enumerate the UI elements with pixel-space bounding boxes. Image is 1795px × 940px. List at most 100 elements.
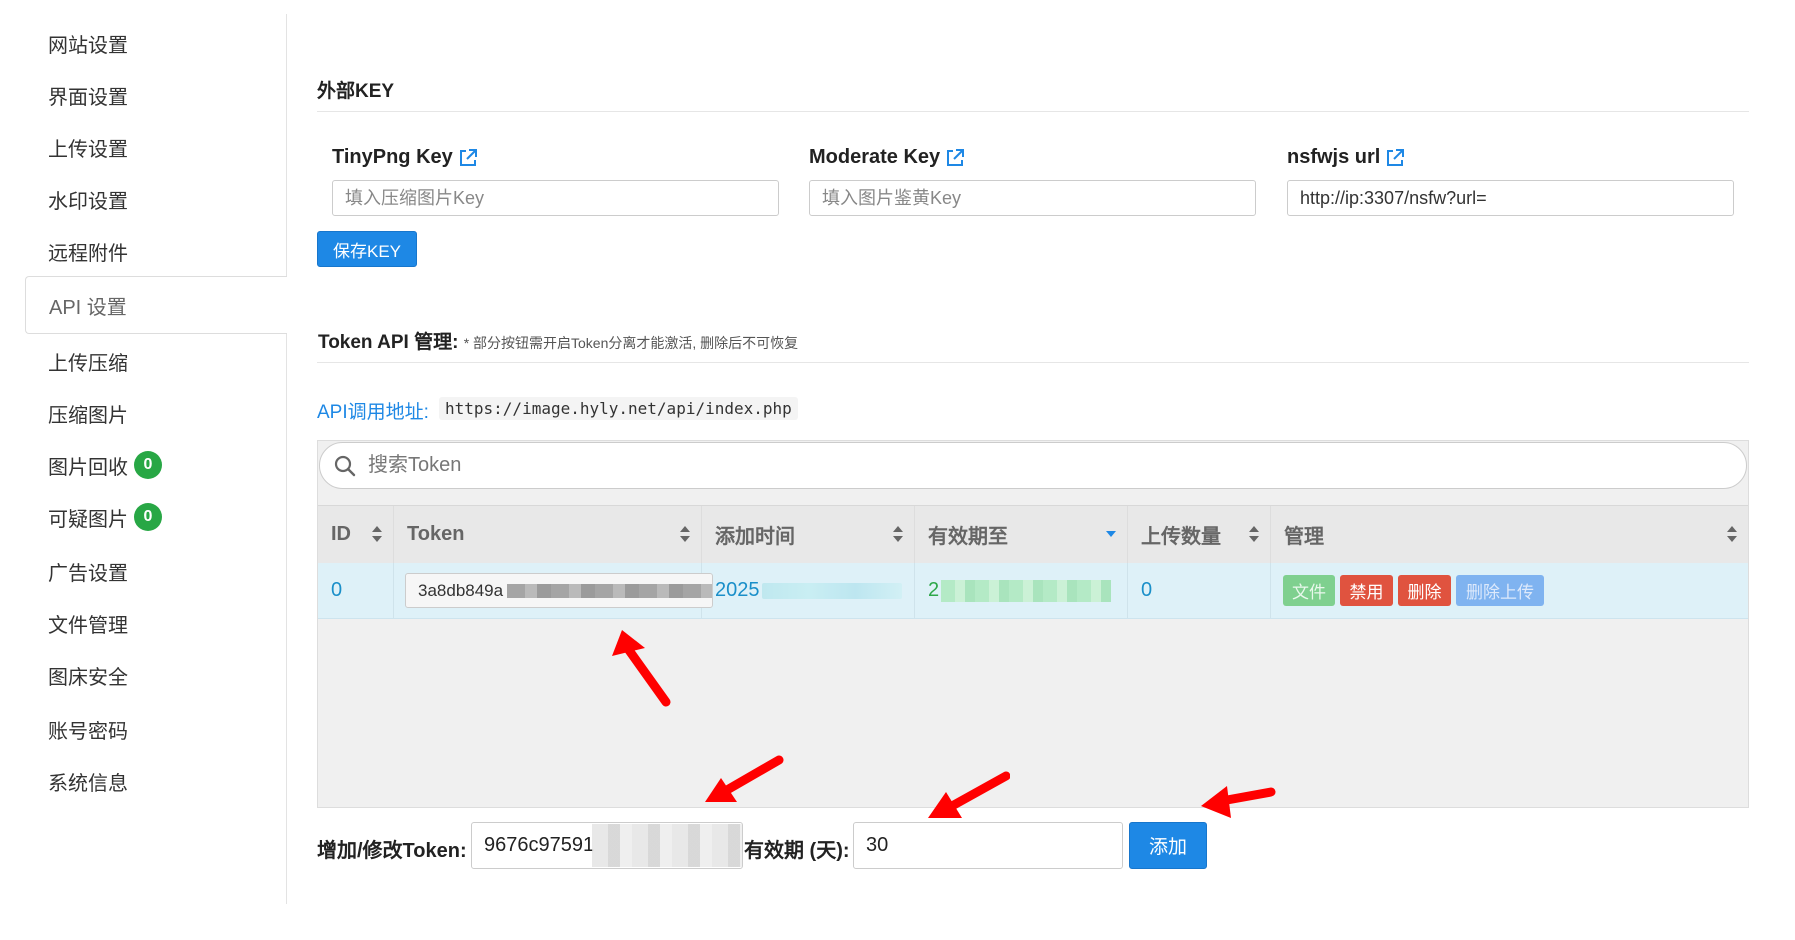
sidebar-item-api-settings[interactable]: API 设置 [25, 276, 287, 334]
column-header-token[interactable]: Token [394, 506, 702, 563]
tinypng-key-label: TinyPng Key [332, 146, 478, 169]
sidebar-item-security[interactable]: 图床安全 [25, 646, 285, 704]
sidebar-item-upload-settings[interactable]: 上传设置 [25, 118, 285, 176]
cell-id: 0 [318, 563, 394, 618]
section-title-external-key: 外部KEY [317, 81, 395, 102]
delete-uploads-button[interactable]: 删除上传 [1456, 575, 1544, 606]
section-title-token-api: Token API 管理: * 部分按钮需开启Token分离才能激活, 删除后不… [318, 327, 798, 354]
sidebar-item-label: 图片回收 [48, 456, 128, 479]
column-header-label: 管理 [1284, 526, 1324, 548]
expire-days-label: 有效期 (天): [744, 840, 850, 862]
redacted-blur [592, 824, 742, 867]
sidebar-item-label: 上传压缩 [48, 352, 128, 375]
sidebar-item-label: 文件管理 [48, 614, 128, 637]
redacted-blur [941, 579, 1112, 602]
annotation-arrow-icon [612, 630, 671, 707]
file-button[interactable]: 文件 [1283, 575, 1335, 606]
sidebar-item-label: 账号密码 [48, 720, 128, 743]
sidebar-item-label: 广告设置 [48, 562, 128, 585]
sidebar-item-remote-attachment[interactable]: 远程附件 [25, 222, 285, 280]
sidebar-item-ad-settings[interactable]: 广告设置 [25, 542, 285, 600]
moderate-key-input[interactable] [809, 180, 1256, 216]
api-url-label: API调用地址: [317, 402, 429, 423]
sidebar-item-watermark-settings[interactable]: 水印设置 [25, 170, 285, 228]
sort-icon[interactable] [1726, 525, 1738, 543]
sort-desc-icon[interactable] [1105, 527, 1117, 545]
token-api-note: * 部分按钮需开启Token分离才能激活, 删除后不可恢复 [463, 335, 799, 351]
moderate-key-label: Moderate Key [809, 146, 965, 169]
sidebar-item-ui-settings[interactable]: 界面设置 [25, 66, 285, 124]
token-value: 3a8db849a [418, 580, 504, 600]
table-row: 0 3a8db849a 2025 2 0 文件 禁用 删除 删除上传 [318, 563, 1748, 619]
sidebar-item-label: 图床安全 [48, 666, 128, 689]
column-header-label: 有效期至 [928, 526, 1008, 548]
nsfwjs-url-label: nsfwjs url [1287, 146, 1405, 169]
redacted-blur [507, 583, 713, 598]
sidebar-item-site-settings[interactable]: 网站设置 [25, 14, 285, 72]
nsfwjs-url-input[interactable] [1287, 180, 1734, 216]
sidebar-item-label: 远程附件 [48, 242, 128, 265]
sort-icon[interactable] [892, 525, 904, 543]
column-header-manage[interactable]: 管理 [1271, 506, 1748, 563]
token-search[interactable] [319, 442, 1747, 489]
sort-icon[interactable] [371, 525, 383, 543]
add-token-label: 增加/修改Token: [317, 840, 467, 862]
column-header-label: ID [331, 523, 351, 545]
divider [317, 111, 1749, 112]
sidebar-item-label: 上传设置 [48, 138, 128, 161]
delete-button[interactable]: 删除 [1398, 575, 1451, 606]
save-key-button[interactable]: 保存KEY [317, 231, 417, 267]
expire-days-input[interactable] [853, 822, 1123, 869]
annotation-arrow-icon [705, 755, 784, 802]
moderate-key-label-text: Moderate Key [809, 146, 941, 168]
sidebar-item-suspicious-images[interactable]: 可疑图片 0 [25, 488, 285, 546]
sidebar-item-compress-images[interactable]: 压缩图片 [25, 384, 285, 442]
column-header-expires[interactable]: 有效期至 [915, 506, 1128, 563]
sidebar-item-system-info[interactable]: 系统信息 [25, 752, 285, 810]
external-link-icon[interactable] [458, 148, 478, 168]
column-header-label: 上传数量 [1141, 526, 1221, 548]
token-table: ID Token 添加时间 有效期至 上传数量 管理 0 3a8db849a 2… [317, 440, 1749, 808]
cell-added-time: 2025 [702, 563, 915, 618]
table-header: ID Token 添加时间 有效期至 上传数量 管理 [318, 505, 1748, 564]
column-header-label: Token [407, 523, 465, 545]
token-value-box[interactable]: 3a8db849a [405, 573, 714, 608]
sidebar-item-upload-compress[interactable]: 上传压缩 [25, 332, 285, 390]
search-icon [334, 455, 356, 476]
sidebar-item-label: 压缩图片 [48, 404, 128, 427]
column-header-uploads[interactable]: 上传数量 [1128, 506, 1271, 563]
redacted-blur [761, 582, 902, 599]
column-header-added-time[interactable]: 添加时间 [702, 506, 915, 563]
sidebar: 网站设置 界面设置 上传设置 水印设置 远程附件 API 设置 上传压缩 压缩图… [25, 14, 287, 904]
sidebar-item-label: 系统信息 [48, 772, 128, 795]
external-link-icon[interactable] [945, 148, 965, 168]
sidebar-item-label: 网站设置 [48, 34, 128, 57]
disable-button[interactable]: 禁用 [1340, 575, 1393, 606]
sort-icon[interactable] [679, 525, 691, 543]
sidebar-item-file-management[interactable]: 文件管理 [25, 594, 285, 652]
sidebar-item-account-password[interactable]: 账号密码 [25, 700, 285, 758]
tinypng-key-input[interactable] [332, 180, 779, 216]
cell-expires: 2 [915, 563, 1128, 618]
search-input[interactable] [366, 453, 1670, 478]
sidebar-item-label: 可疑图片 [48, 508, 128, 531]
nsfwjs-url-label-text: nsfwjs url [1287, 146, 1381, 168]
cell-manage: 文件 禁用 删除 删除上传 [1271, 563, 1748, 618]
api-url-code: https://image.hyly.net/api/index.php [439, 397, 798, 420]
count-badge: 0 [134, 503, 162, 531]
expires-value: 2 [928, 579, 940, 601]
column-header-id[interactable]: ID [318, 506, 394, 563]
column-header-label: 添加时间 [715, 526, 795, 548]
add-token-button[interactable]: 添加 [1129, 822, 1207, 869]
annotation-arrow-icon [928, 771, 1010, 818]
external-link-icon[interactable] [1385, 148, 1405, 168]
tinypng-key-label-text: TinyPng Key [332, 146, 453, 168]
sidebar-item-label: 界面设置 [48, 86, 128, 109]
sort-icon[interactable] [1248, 525, 1260, 543]
cell-uploads: 0 [1128, 563, 1271, 618]
annotation-arrow-icon [1201, 786, 1276, 818]
sidebar-item-image-recycle[interactable]: 图片回收 0 [25, 436, 285, 494]
count-badge: 0 [134, 451, 162, 479]
token-api-title: Token API 管理: [318, 332, 459, 353]
sidebar-item-label: 水印设置 [48, 190, 128, 213]
